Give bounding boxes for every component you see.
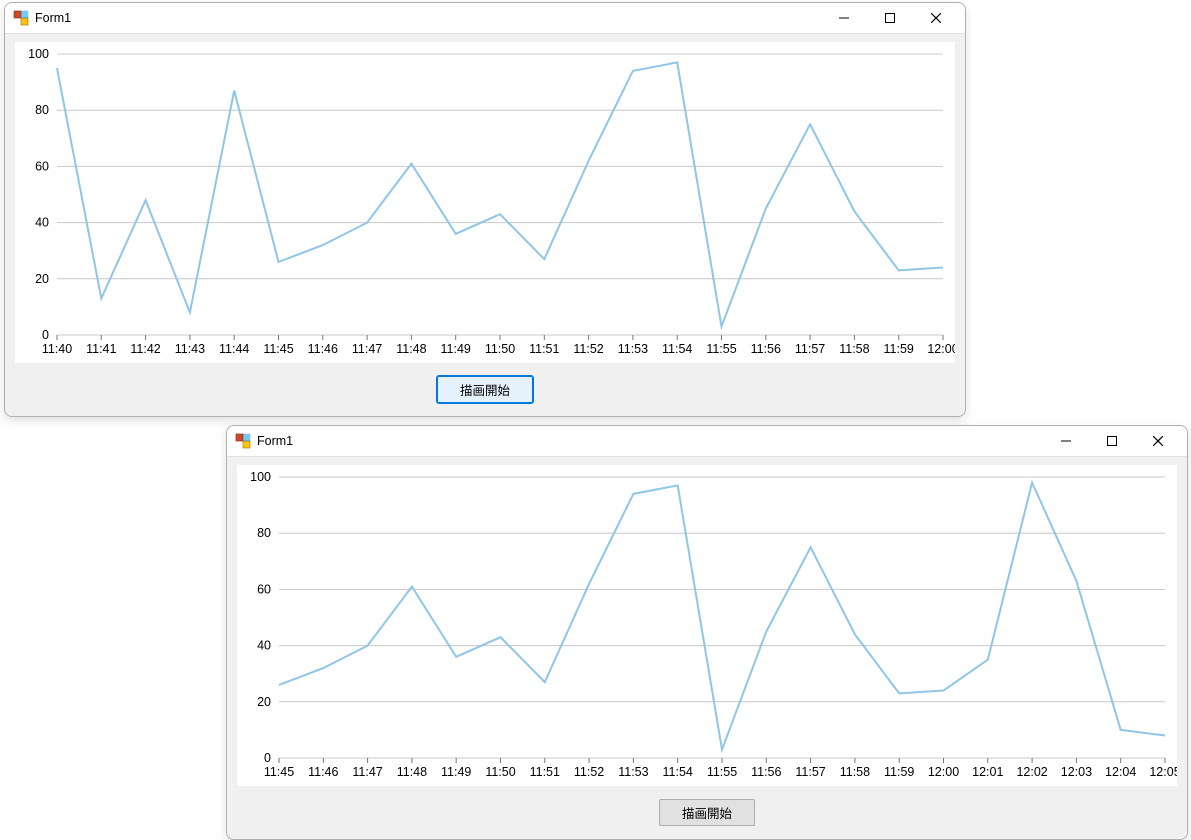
y-tick-label: 100 [28,47,49,61]
y-tick-label: 80 [35,103,49,117]
client-area: 0 20 40 60 80 100 11:45 11:46 11:47 11:48 11:49 11:… [227,457,1187,840]
x-tick-label: 11:44 [219,342,249,356]
x-tick-label: 11:46 [308,765,338,779]
x-tick-label: 11:46 [308,342,338,356]
y-tick-label: 100 [250,470,271,484]
x-tick-label: 11:58 [839,342,869,356]
x-tick-label: 11:42 [130,342,160,356]
x-tick-label: 11:50 [485,342,515,356]
x-tick-label: 11:59 [884,765,914,779]
x-tick-label: 11:52 [573,342,603,356]
y-tick-label: 40 [257,639,271,653]
start-draw-button[interactable]: 描画開始 [437,376,533,403]
maximize-button[interactable] [1089,426,1135,456]
chart-panel: 0 20 40 60 80 100 11:45 11:46 11:47 11:48 11:49 11:… [237,465,1177,786]
y-tick-label: 80 [257,526,271,540]
x-tick-label: 11:54 [663,765,693,779]
y-tick-label: 60 [257,582,271,596]
y-tick-label: 60 [35,159,49,173]
minimize-button[interactable] [821,3,867,33]
x-tick-label: 11:50 [485,765,515,779]
y-tick-label: 0 [42,328,49,342]
close-button[interactable] [913,3,959,33]
x-tick-label: 11:48 [396,342,426,356]
data-series-line [279,483,1165,750]
x-tick-label: 11:40 [42,342,72,356]
x-tick-label: 11:54 [662,342,692,356]
minimize-button[interactable] [1043,426,1089,456]
x-tick-label: 11:43 [175,342,205,356]
y-tick-label: 0 [264,751,271,765]
y-tick-label: 40 [35,216,49,230]
titlebar[interactable]: Form1 [5,3,965,34]
x-tick-label: 11:48 [397,765,427,779]
chart-panel: 0 20 40 60 80 100 11:40 11:41 11:42 11:43 11:44 11:… [15,42,955,363]
app-icon [13,10,29,26]
x-tick-label: 12:01 [972,765,1003,779]
x-tick-label: 12:04 [1105,765,1136,779]
x-tick-label: 11:59 [884,342,914,356]
x-tick-label: 11:49 [441,765,471,779]
x-tick-label: 11:57 [795,765,825,779]
x-tick-label: 11:53 [618,342,648,356]
x-tick-label: 11:55 [707,765,737,779]
client-area: 0 20 40 60 80 100 11:40 11:41 11:42 11:43 11:44 11:… [5,34,965,417]
x-tick-label: 11:47 [352,342,382,356]
x-tick-label: 12:02 [1016,765,1047,779]
line-chart: 0 20 40 60 80 100 11:40 11:41 11:42 11:43 11:44 11:… [15,42,955,363]
x-tick-label: 12:05 [1149,765,1177,779]
x-tick-label: 11:51 [530,765,560,779]
x-tick-label: 11:45 [263,342,293,356]
x-tick-label: 11:47 [352,765,382,779]
line-chart: 0 20 40 60 80 100 11:45 11:46 11:47 11:48 11:49 11:… [237,465,1177,786]
x-tick-label: 12:00 [927,342,955,356]
close-button[interactable] [1135,426,1181,456]
x-tick-label: 11:41 [86,342,116,356]
x-tick-label: 11:57 [795,342,825,356]
x-tick-label: 11:45 [264,765,294,779]
x-tick-label: 12:03 [1061,765,1092,779]
x-tick-label: 11:58 [840,765,870,779]
x-tick-label: 11:51 [529,342,559,356]
y-tick-label: 20 [257,695,271,709]
x-tick-label: 11:49 [441,342,471,356]
y-tick-label: 20 [35,272,49,286]
app-icon [235,433,251,449]
maximize-button[interactable] [867,3,913,33]
window-title: Form1 [257,434,293,448]
x-tick-label: 11:56 [751,765,781,779]
x-tick-label: 12:00 [928,765,959,779]
start-draw-button[interactable]: 描画開始 [659,799,755,826]
window-1: Form1 0 20 40 60 80 100 11:40 11:41 11:42 11:43 11… [4,2,966,417]
window-title: Form1 [35,11,71,25]
data-series-line [57,62,943,326]
x-tick-label: 11:52 [574,765,604,779]
x-tick-label: 11:56 [751,342,781,356]
window-2: Form1 0 20 40 60 80 100 11:45 11:46 11:47 11:48 11… [226,425,1188,840]
titlebar[interactable]: Form1 [227,426,1187,457]
x-tick-label: 11:55 [706,342,736,356]
x-tick-label: 11:53 [618,765,648,779]
